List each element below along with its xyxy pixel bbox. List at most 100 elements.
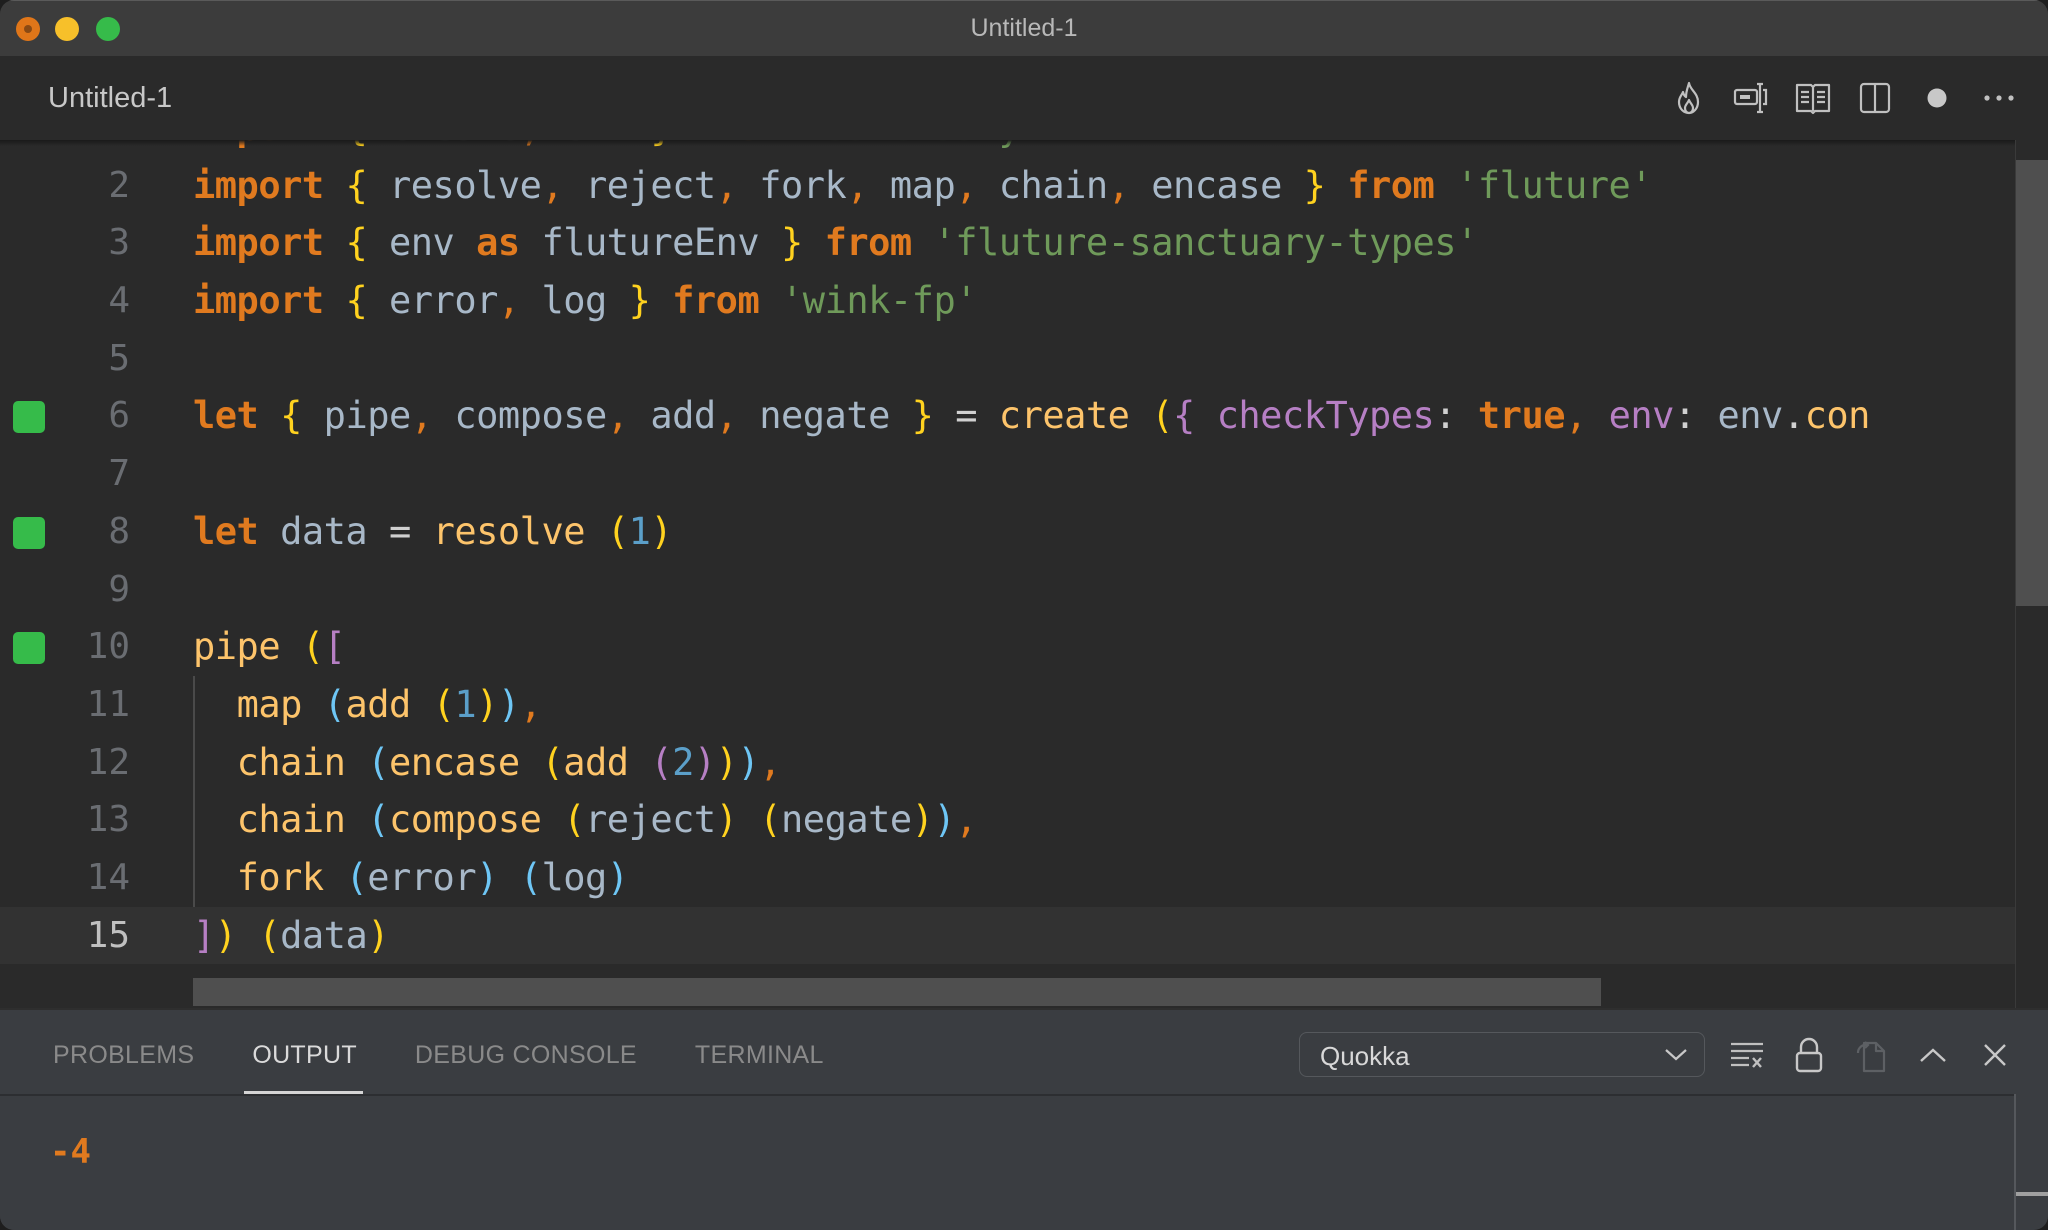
output-scrollbar-track [2014, 1094, 2016, 1230]
code-token: log [541, 279, 607, 323]
code-token: reject [585, 163, 716, 207]
horizontal-scrollbar-thumb[interactable] [193, 978, 1601, 1006]
code-line[interactable]: 5 [0, 330, 2015, 388]
output-channel-select[interactable]: Quokka [1299, 1032, 1705, 1077]
panel-tab-problems[interactable]: PROBLEMS [53, 1010, 194, 1094]
code-token: import [193, 279, 324, 323]
code-text: import { env as flutureEnv } from 'flutu… [193, 214, 1478, 272]
open-preview-icon[interactable] [1782, 76, 1844, 120]
output-channel-value: Quokka [1320, 1041, 1410, 1071]
code-token: : [1434, 394, 1457, 438]
vertical-scrollbar-thumb[interactable] [2016, 160, 2048, 606]
open-log-file-icon[interactable] [1840, 1032, 1902, 1077]
maximize-panel-icon[interactable] [1902, 1032, 1964, 1077]
editor-actions [1658, 76, 2030, 120]
editor-scroll-shadow [0, 140, 2015, 146]
lock-scroll-icon[interactable] [1778, 1032, 1840, 1077]
code-line[interactable]: 7 [0, 445, 2015, 503]
code-token: con [1804, 394, 1871, 438]
code-line[interactable]: 8 let data = resolve (1) [0, 503, 2015, 561]
code-line[interactable]: 15]) (data) [0, 906, 2015, 965]
code-token: ) [715, 740, 738, 784]
code-line[interactable]: 2 import { resolve, reject, fork, map, ch… [0, 157, 2015, 215]
code-token: 1 [454, 682, 477, 726]
output-content[interactable]: -4 [0, 1094, 2015, 1230]
code-token: , [519, 682, 542, 726]
code-token: = [389, 509, 411, 553]
code-text: let { pipe, compose, add, negate } = cre… [193, 387, 1870, 445]
line-number: 14 [86, 856, 130, 898]
code-line[interactable]: 13 chain (compose (reject) (negate)), [0, 791, 2015, 849]
code-token: ( [432, 682, 455, 726]
clear-output-icon[interactable] [1716, 1032, 1778, 1077]
line-number: 12 [86, 741, 130, 783]
line-number: 8 [108, 510, 130, 552]
toggle-rename-icon[interactable] [1720, 76, 1782, 120]
quokka-flame-icon[interactable] [1658, 76, 1720, 120]
more-actions-icon[interactable] [1968, 76, 2030, 120]
panel-tab-output[interactable]: OUTPUT [244, 1010, 363, 1094]
line-number: 13 [86, 799, 130, 841]
code-line[interactable]: 3 import { env as flutureEnv } from 'flut… [0, 214, 2015, 272]
code-line[interactable]: 10 pipe ([ [0, 618, 2015, 676]
unsaved-dot-icon[interactable] [1906, 76, 1968, 120]
code-token: ( [258, 913, 281, 957]
code-token: env [389, 221, 455, 265]
code-editor[interactable]: 1import { create, env } from 'sanctuary'… [0, 140, 2048, 1008]
code-token: ( [563, 798, 586, 842]
code-token: ) [476, 682, 498, 726]
code-line[interactable]: 9 [0, 561, 2015, 619]
code-token: [ [323, 625, 346, 669]
code-token: , [1565, 394, 1587, 438]
split-editor-icon[interactable] [1844, 76, 1906, 120]
code-line[interactable]: 12 chain (encase (add (2))), [0, 733, 2015, 792]
panel-tab-debug-console[interactable]: DEBUG CONSOLE [415, 1010, 637, 1094]
panel-tab-terminal[interactable]: TERMINAL [695, 1010, 824, 1094]
code-token: , [955, 798, 978, 842]
code-token: { [345, 221, 368, 265]
code-token: } [628, 279, 651, 323]
code-token: pipe [193, 625, 281, 669]
code-token: ) [606, 855, 629, 899]
code-line[interactable]: 11 map (add (1)), [0, 675, 2015, 734]
code-line[interactable]: 14 fork (error) (log) [0, 848, 2015, 907]
code-token: ( [1151, 394, 1174, 438]
code-token: ( [301, 625, 324, 669]
code-token: ( [650, 740, 673, 784]
tab-untitled-1[interactable]: Untitled-1 [48, 82, 172, 115]
code-token: } [781, 221, 803, 265]
code-token: ) [911, 798, 934, 842]
close-panel-icon[interactable] [1964, 1032, 2026, 1077]
code-token: from [672, 279, 760, 323]
output-scrollbar-thumb[interactable] [2016, 1192, 2048, 1196]
code-text: ]) (data) [193, 907, 390, 965]
code-token: data [280, 913, 368, 957]
code-line[interactable]: 6 let { pipe, compose, add, negate } = cr… [0, 387, 2015, 445]
code-token: 'fluture' [1456, 163, 1653, 207]
code-token: add [345, 682, 411, 726]
code-token: ( [367, 740, 390, 784]
code-line[interactable]: 4 import { error, log } from 'wink-fp' [0, 272, 2015, 330]
